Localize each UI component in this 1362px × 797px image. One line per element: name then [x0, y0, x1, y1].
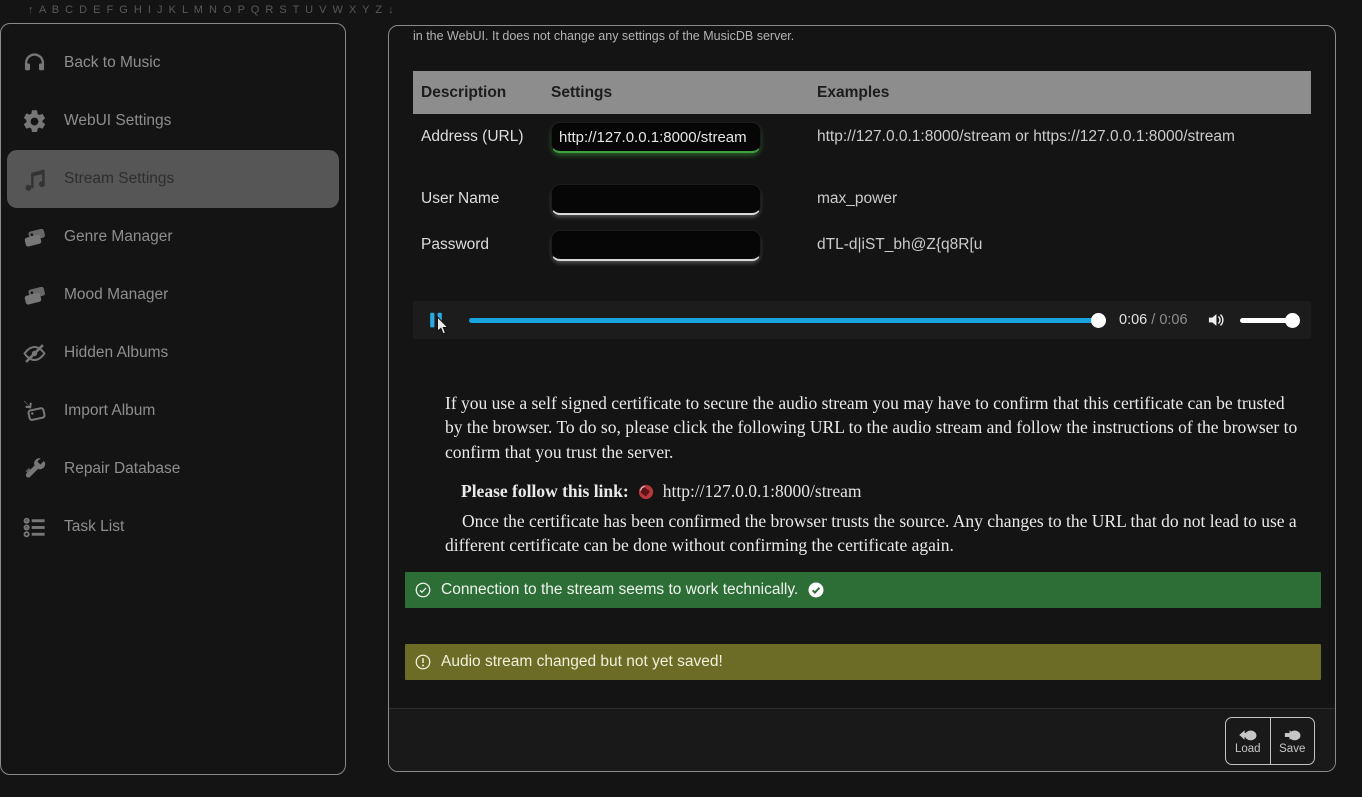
seek-slider[interactable] — [469, 318, 1099, 323]
seek-thumb[interactable] — [1091, 313, 1106, 328]
unsaved-warning-bar: Audio stream changed but not yet saved! — [405, 644, 1321, 680]
username-input[interactable] — [551, 184, 761, 215]
table-header-row: Description Settings Examples — [413, 71, 1311, 114]
pause-button[interactable] — [427, 311, 445, 329]
column-header-description: Description — [413, 84, 551, 102]
connection-status-text: Connection to the stream seems to work t… — [441, 581, 798, 599]
username-label: User Name — [421, 190, 499, 208]
eye-slash-icon — [19, 338, 49, 368]
address-url-label: Address (URL) — [421, 128, 524, 146]
globe-icon — [637, 483, 655, 501]
volume-slider[interactable] — [1240, 318, 1294, 323]
settings-sidebar: Back to Music WebUI Settings Stream Sett… — [0, 23, 346, 775]
current-time: 0:06 — [1119, 312, 1147, 328]
import-icon — [19, 396, 49, 426]
panel-footer: Load Save — [389, 708, 1335, 771]
duration: 0:06 — [1159, 312, 1187, 328]
gear-icon — [19, 106, 49, 136]
musicdb-settings-screen: ↑ A B C D E F G H I J K L M N O P Q R S … — [0, 0, 1362, 797]
sidebar-item-hidden-albums[interactable]: Hidden Albums — [1, 324, 345, 382]
sidebar-item-import-album[interactable]: Import Album — [1, 382, 345, 440]
sidebar-item-label: Import Album — [64, 402, 155, 420]
sidebar-item-webui-settings[interactable]: WebUI Settings — [1, 92, 345, 150]
sidebar-item-label: Task List — [64, 518, 124, 536]
sidebar-item-task-list[interactable]: Task List — [1, 498, 345, 556]
save-button-label: Save — [1279, 743, 1305, 755]
stream-url-link[interactable]: http://127.0.0.1:8000/stream — [663, 481, 862, 502]
address-url-input[interactable] — [551, 122, 761, 153]
task-list-icon — [19, 512, 49, 542]
load-save-button-group: Load Save — [1225, 717, 1315, 765]
sidebar-item-repair-database[interactable]: Repair Database — [1, 440, 345, 498]
address-url-example: http://127.0.0.1:8000/stream or https://… — [817, 128, 1235, 146]
load-icon — [1237, 727, 1259, 743]
column-header-examples: Examples — [817, 84, 889, 102]
load-button-label: Load — [1235, 743, 1261, 755]
sidebar-item-genre-manager[interactable]: Genre Manager — [1, 208, 345, 266]
check-circle-outline-icon — [414, 581, 432, 599]
sidebar-item-mood-manager[interactable]: Mood Manager — [1, 266, 345, 324]
stream-settings-panel: in the WebUI. It does not change any set… — [388, 25, 1336, 772]
password-example: dTL-d|iST_bh@Z{q8R[u — [817, 236, 982, 254]
username-example: max_power — [817, 190, 897, 208]
sidebar-item-label: Genre Manager — [64, 228, 173, 246]
music-note-icon — [19, 164, 49, 194]
alphabet-jump-bar[interactable]: ↑ A B C D E F G H I J K L M N O P Q R S … — [28, 4, 395, 16]
time-separator: / — [1147, 312, 1159, 328]
password-input[interactable] — [551, 230, 761, 261]
column-header-settings: Settings — [551, 84, 817, 102]
save-button[interactable]: Save — [1270, 718, 1315, 764]
tags-icon — [19, 222, 49, 252]
sidebar-item-back-to-music[interactable]: Back to Music — [1, 34, 345, 92]
sidebar-item-label: Back to Music — [64, 54, 160, 72]
connection-status-bar: Connection to the stream seems to work t… — [405, 572, 1321, 608]
headphones-icon — [19, 48, 49, 78]
check-circle-solid-icon — [807, 581, 825, 599]
sidebar-item-label: Repair Database — [64, 460, 180, 478]
repair-wrench-icon — [19, 454, 49, 484]
pause-icon — [427, 311, 445, 329]
sidebar-item-label: Hidden Albums — [64, 344, 168, 362]
sidebar-item-label: Stream Settings — [64, 170, 174, 188]
time-display: 0:06 / 0:06 — [1119, 312, 1188, 328]
certificate-link-row: Please follow this link: http://127.0.0.… — [461, 481, 862, 502]
link-label: Please follow this link: — [461, 481, 629, 502]
tags-icon — [19, 280, 49, 310]
unsaved-warning-text: Audio stream changed but not yet saved! — [441, 653, 723, 671]
save-icon — [1281, 727, 1303, 743]
sidebar-item-label: Mood Manager — [64, 286, 168, 304]
volume-thumb[interactable] — [1285, 313, 1300, 328]
password-label: Password — [421, 236, 489, 254]
sidebar-item-label: WebUI Settings — [64, 112, 171, 130]
sidebar-item-stream-settings[interactable]: Stream Settings — [7, 150, 339, 208]
certificate-paragraph-2: Once the certificate has been confirmed … — [445, 509, 1311, 559]
exclamation-circle-icon — [414, 653, 432, 671]
certificate-paragraph: If you use a self signed certificate to … — [445, 391, 1303, 466]
intro-text: in the WebUI. It does not change any set… — [413, 29, 794, 43]
volume-icon[interactable] — [1206, 310, 1226, 330]
load-button[interactable]: Load — [1226, 718, 1270, 764]
audio-player: 0:06 / 0:06 — [413, 301, 1311, 339]
